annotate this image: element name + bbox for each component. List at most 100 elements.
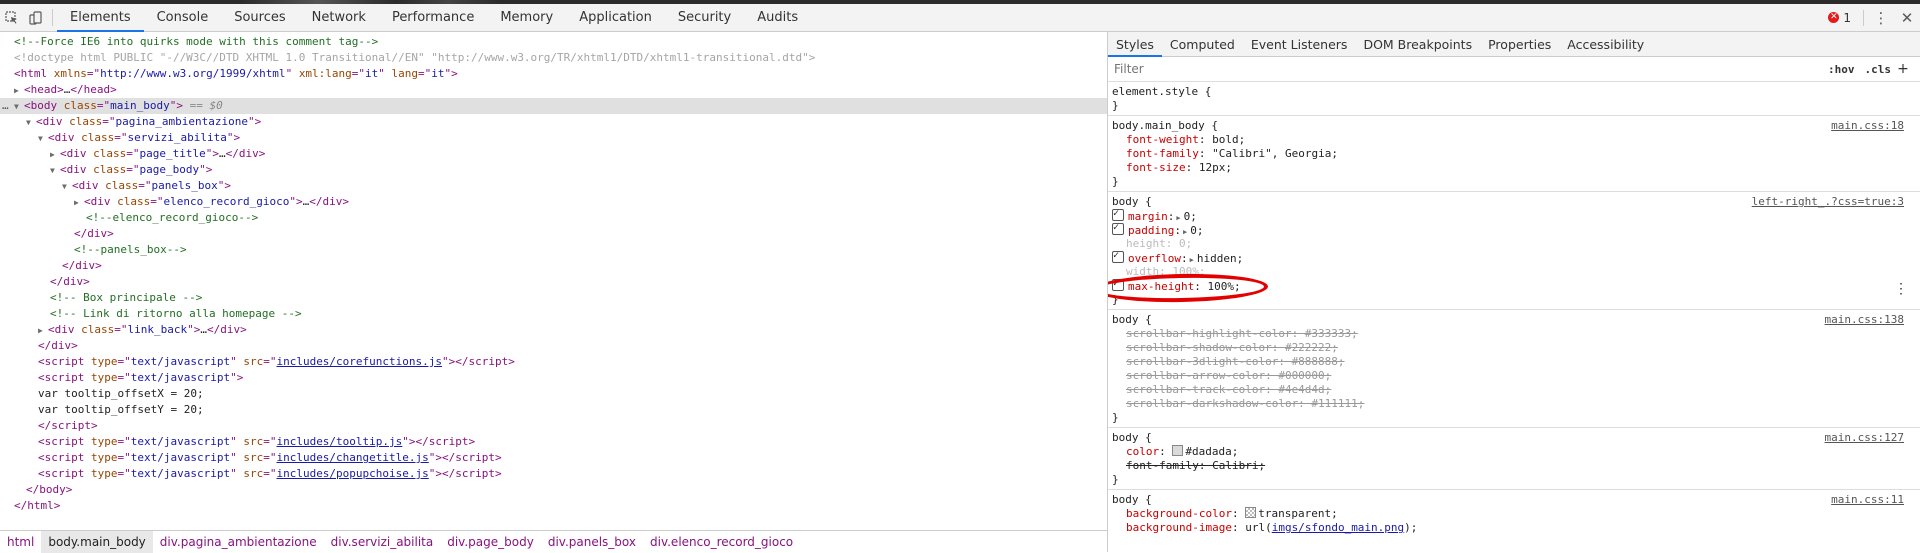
- tab-properties[interactable]: Properties: [1480, 32, 1559, 56]
- breadcrumb-item-active[interactable]: body.main_body: [41, 531, 153, 553]
- error-counter[interactable]: ✕ 1: [1820, 11, 1859, 25]
- tab-audits[interactable]: Audits: [744, 4, 811, 31]
- dom-comment[interactable]: <!--panels_box-->: [0, 242, 1107, 258]
- new-rule-icon[interactable]: +: [1896, 61, 1910, 77]
- rule-selector[interactable]: body {: [1112, 195, 1920, 209]
- tab-application[interactable]: Application: [566, 4, 665, 31]
- tab-console[interactable]: Console: [144, 4, 222, 31]
- dom-node-script[interactable]: <script type="text/javascript">: [0, 370, 1107, 386]
- css-property-obscured[interactable]: height: 0;: [1112, 237, 1920, 251]
- collapse-triangle-icon[interactable]: ▼: [50, 163, 60, 179]
- tab-dom-breakpoints[interactable]: DOM Breakpoints: [1355, 32, 1480, 56]
- dom-node-div[interactable]: ▼ <div class="panels_box">: [0, 178, 1107, 194]
- collapse-triangle-icon[interactable]: ▼: [14, 99, 24, 115]
- class-toggle[interactable]: .cls: [1860, 63, 1897, 76]
- dom-comment[interactable]: <!-- Box principale -->: [0, 290, 1107, 306]
- dom-node-div[interactable]: ▶ <div class="page_title">…</div>: [0, 146, 1107, 162]
- css-property-overridden[interactable]: scrollbar-track-color: #4e4d4d;: [1112, 383, 1920, 397]
- dom-node-div[interactable]: ▼ <div class="servizi_abilita">: [0, 130, 1107, 146]
- css-property[interactable]: font-size: 12px;: [1112, 161, 1920, 175]
- dom-close-tag[interactable]: </div>: [0, 338, 1107, 354]
- tab-event-listeners[interactable]: Event Listeners: [1243, 32, 1356, 56]
- dom-node-script[interactable]: <script type="text/javascript" src="incl…: [0, 466, 1107, 482]
- rule-more-icon[interactable]: ⋮: [1894, 281, 1908, 297]
- dom-doctype[interactable]: <!doctype html PUBLIC "-//W3C//DTD XHTML…: [0, 50, 1107, 66]
- tab-performance[interactable]: Performance: [379, 4, 487, 31]
- breadcrumb-item[interactable]: div.pagina_ambientazione: [153, 531, 324, 553]
- more-options-icon[interactable]: ⋮: [1868, 9, 1894, 27]
- dom-close-tag[interactable]: </script>: [0, 418, 1107, 434]
- css-property[interactable]: font-family: "Calibri", Georgia;: [1112, 147, 1920, 161]
- rule-selector[interactable]: element.style {: [1112, 85, 1920, 99]
- collapse-triangle-icon[interactable]: ▼: [62, 179, 72, 195]
- dom-text[interactable]: var tooltip_offsetY = 20;: [0, 402, 1107, 418]
- breadcrumb-item[interactable]: div.panels_box: [541, 531, 643, 553]
- css-property-overridden[interactable]: scrollbar-highlight-color: #333333;: [1112, 327, 1920, 341]
- dom-node-head[interactable]: ▶ <head>…</head>: [0, 82, 1107, 98]
- breadcrumb-item[interactable]: div.servizi_abilita: [324, 531, 441, 553]
- dom-node-script[interactable]: <script type="text/javascript" src="incl…: [0, 354, 1107, 370]
- css-property-overflow[interactable]: overflow:▶hidden;: [1112, 249, 1920, 265]
- breadcrumb-item[interactable]: html: [0, 531, 41, 553]
- tab-computed[interactable]: Computed: [1162, 32, 1243, 56]
- css-property-overridden[interactable]: font-family: Calibri;: [1112, 459, 1920, 473]
- dom-close-tag[interactable]: </html>: [0, 498, 1107, 514]
- tab-styles[interactable]: Styles: [1108, 32, 1162, 57]
- color-swatch[interactable]: [1245, 507, 1257, 518]
- dom-node-script[interactable]: <script type="text/javascript" src="incl…: [0, 434, 1107, 450]
- tab-network[interactable]: Network: [299, 4, 379, 31]
- css-property-overridden[interactable]: scrollbar-arrow-color: #000000;: [1112, 369, 1920, 383]
- script-src-link[interactable]: includes/popupchoise.js: [276, 467, 428, 480]
- script-src-link[interactable]: includes/corefunctions.js: [276, 355, 442, 368]
- rule-selector[interactable]: body {: [1112, 493, 1920, 507]
- dom-comment[interactable]: <!-- Link di ritorno alla homepage -->: [0, 306, 1107, 322]
- expand-triangle-icon[interactable]: ▶: [38, 323, 48, 339]
- expand-triangle-icon[interactable]: ▶: [50, 147, 60, 163]
- tab-security[interactable]: Security: [665, 4, 744, 31]
- css-property[interactable]: margin:▶0;: [1112, 207, 1920, 223]
- dom-close-tag[interactable]: </div>: [0, 258, 1107, 274]
- tab-sources[interactable]: Sources: [221, 4, 298, 31]
- collapse-triangle-icon[interactable]: ▼: [26, 115, 36, 131]
- breadcrumb-item[interactable]: div.elenco_record_gioco: [643, 531, 800, 553]
- collapse-triangle-icon[interactable]: ▼: [38, 131, 48, 147]
- dom-node-div[interactable]: ▶ <div class="elenco_record_gioco">…</div…: [0, 194, 1107, 210]
- dom-node-script[interactable]: <script type="text/javascript" src="incl…: [0, 450, 1107, 466]
- property-checkbox[interactable]: [1112, 221, 1124, 235]
- node-actions-icon[interactable]: …: [2, 98, 9, 114]
- script-src-link[interactable]: includes/changetitle.js: [276, 451, 428, 464]
- tab-accessibility[interactable]: Accessibility: [1559, 32, 1652, 56]
- styles-filter-input[interactable]: [1112, 60, 1796, 78]
- dom-node-div[interactable]: ▼ <div class="page_body">: [0, 162, 1107, 178]
- dom-node-body-selected[interactable]: … ▼ <body class="main_body"> == $0: [0, 98, 1107, 114]
- dom-comment[interactable]: <!--elenco_record_gioco-->: [0, 210, 1107, 226]
- device-toolbar-icon[interactable]: [24, 4, 48, 31]
- color-swatch[interactable]: [1172, 445, 1184, 456]
- dom-comment[interactable]: <!--Force IE6 into quirks mode with this…: [0, 34, 1107, 50]
- dom-node-div[interactable]: ▶ <div class="link_back">…</div>: [0, 322, 1107, 338]
- breadcrumb-item[interactable]: div.page_body: [440, 531, 541, 553]
- css-property[interactable]: font-weight: bold;: [1112, 133, 1920, 147]
- css-property-overridden[interactable]: scrollbar-shadow-color: #222222;: [1112, 341, 1920, 355]
- rule-selector[interactable]: body {: [1112, 431, 1920, 445]
- dom-node-html[interactable]: <html xmlns="http://www.w3.org/1999/xhtm…: [0, 66, 1107, 82]
- inspect-element-icon[interactable]: [0, 4, 24, 31]
- property-checkbox[interactable]: [1112, 207, 1124, 221]
- rule-selector[interactable]: body {: [1112, 313, 1920, 327]
- hover-state-toggle[interactable]: :hov: [1823, 63, 1860, 76]
- background-image-link[interactable]: imgs/sfondo_main.png: [1272, 521, 1404, 534]
- css-property[interactable]: background-color: transparent;: [1112, 507, 1920, 521]
- property-checkbox[interactable]: [1112, 249, 1124, 263]
- dom-node-div[interactable]: ▼ <div class="pagina_ambientazione">: [0, 114, 1107, 130]
- css-property[interactable]: padding:▶0;: [1112, 221, 1920, 237]
- dom-close-tag[interactable]: </div>: [0, 226, 1107, 242]
- dom-text[interactable]: var tooltip_offsetX = 20;: [0, 386, 1107, 402]
- dom-close-tag[interactable]: </div>: [0, 274, 1107, 290]
- tab-elements[interactable]: Elements: [57, 4, 144, 32]
- css-property[interactable]: color: #dadada;: [1112, 445, 1920, 459]
- css-property-overridden[interactable]: scrollbar-darkshadow-color: #111111;: [1112, 397, 1920, 411]
- script-src-link[interactable]: includes/tooltip.js: [276, 435, 402, 448]
- close-icon[interactable]: ✕: [1894, 9, 1920, 27]
- expand-triangle-icon[interactable]: ▶: [74, 195, 84, 211]
- css-property-overridden[interactable]: scrollbar-3dlight-color: #888888;: [1112, 355, 1920, 369]
